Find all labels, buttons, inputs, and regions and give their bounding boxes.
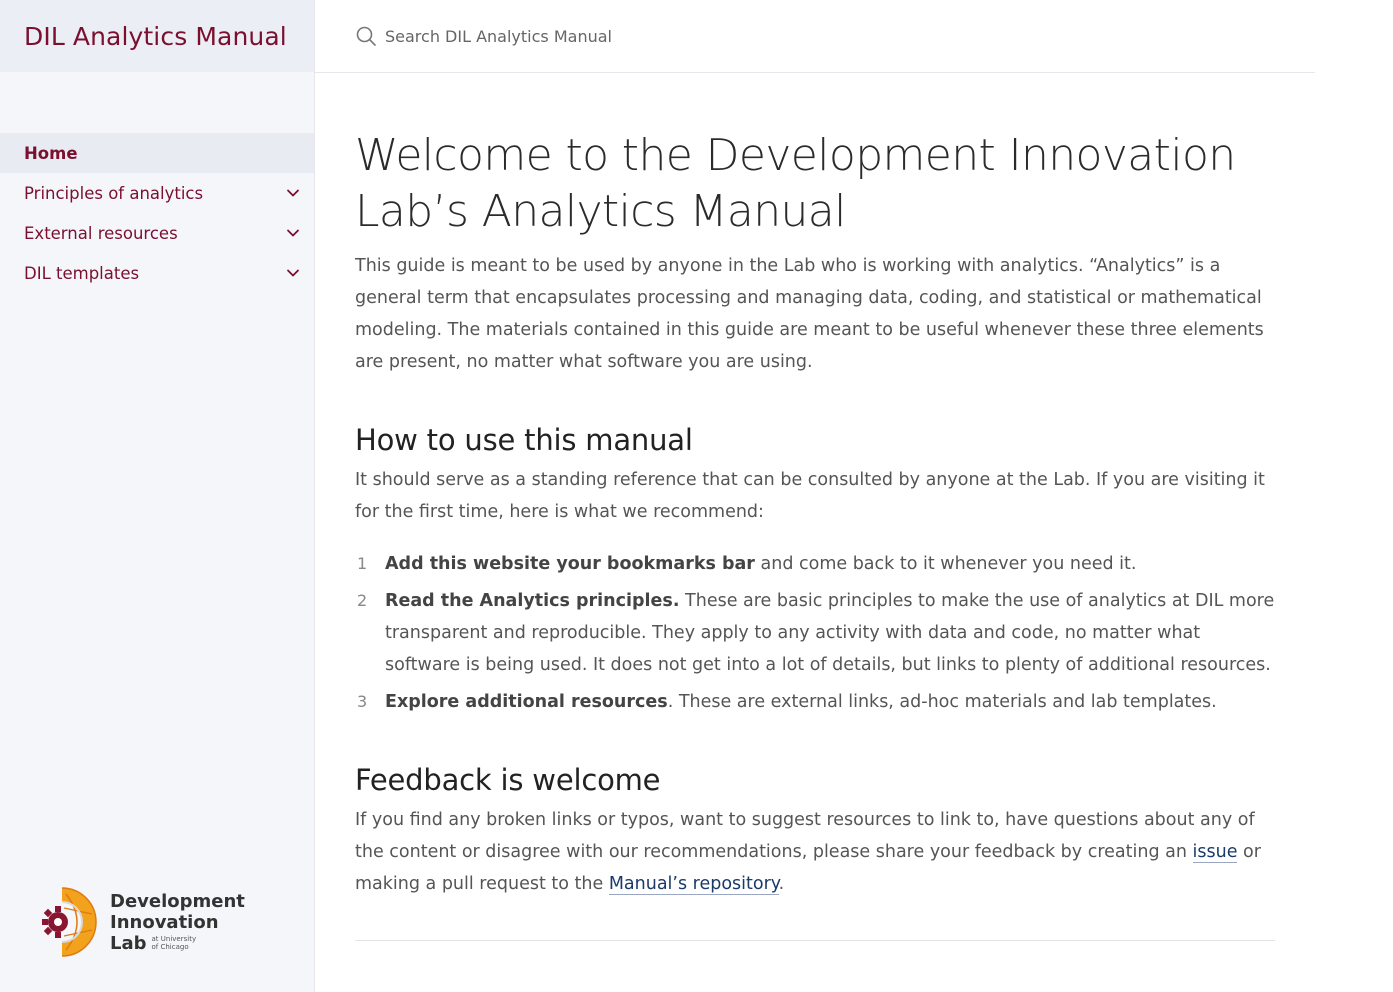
search-input[interactable] [385,26,985,46]
list-item: 1 Add this website your bookmarks bar and… [355,548,1275,580]
step-bold: Read the Analytics principles. [385,591,680,611]
search-icon [356,26,376,46]
sidebar-item-principles-of-analytics[interactable]: Principles of analytics [0,173,314,213]
step-number: 2 [357,591,368,610]
logo-sub-2: of Chicago [151,943,189,951]
sidebar-item-home[interactable]: Home [0,133,314,173]
step-number: 1 [357,554,368,573]
sidebar: DIL Analytics Manual Home Principles of … [0,0,315,992]
chevron-down-icon[interactable] [286,266,300,280]
steps-list: 1 Add this website your bookmarks bar and… [355,548,1275,718]
sidebar-nav: Home Principles of analytics External re… [0,133,314,293]
logo-sub-1: at University [151,935,197,943]
sidebar-item-external-resources[interactable]: External resources [0,213,314,253]
list-item: 3 Explore additional resources. These are… [355,686,1275,718]
intro-paragraph: This guide is meant to be used by anyone… [355,256,1264,372]
chevron-down-icon[interactable] [286,226,300,240]
logo-wordmark: Development Innovation Lab at University… [110,891,245,954]
search-bar [315,0,1315,73]
main-content: Welcome to the Development Innovation La… [355,128,1275,941]
site-title[interactable]: DIL Analytics Manual [24,22,287,51]
sidebar-item-label: DIL templates [24,263,140,283]
sidebar-item-label: Home [24,143,78,163]
sidebar-item-label: Principles of analytics [24,183,204,203]
how-to-use-paragraph: It should serve as a standing reference … [355,470,1265,522]
step-text: and come back to it whenever you need it… [754,554,1137,574]
sidebar-item-label: External resources [24,223,178,243]
logo-line-2: Innovation [110,911,219,933]
step-number: 3 [357,692,368,711]
dil-logo[interactable]: Development Innovation Lab at University… [42,884,245,960]
logo-line-3: Lab [110,932,147,954]
logo-line-1: Development [110,890,245,912]
brand-header: DIL Analytics Manual [0,0,314,72]
list-item: 2 Read the Analytics principles. These ar… [355,585,1275,681]
step-text: . These are external links, ad-hoc mater… [667,692,1217,712]
step-bold: Add this website your bookmarks bar [385,554,755,574]
issue-link[interactable]: issue [1192,842,1238,863]
step-bold: Explore additional resources [385,692,668,712]
repository-link[interactable]: Manual’s repository [608,874,779,895]
section-heading-feedback: Feedback is welcome [355,763,661,797]
dil-logo-icon [42,887,97,957]
content-divider [355,940,1275,941]
chevron-down-icon[interactable] [286,186,300,200]
section-heading-how-to-use: How to use this manual [355,423,693,457]
sidebar-item-dil-templates[interactable]: DIL templates [0,253,314,293]
feedback-paragraph: If you find any broken links or typos, w… [355,810,1261,895]
page-title: Welcome to the Development Innovation La… [355,130,1236,237]
